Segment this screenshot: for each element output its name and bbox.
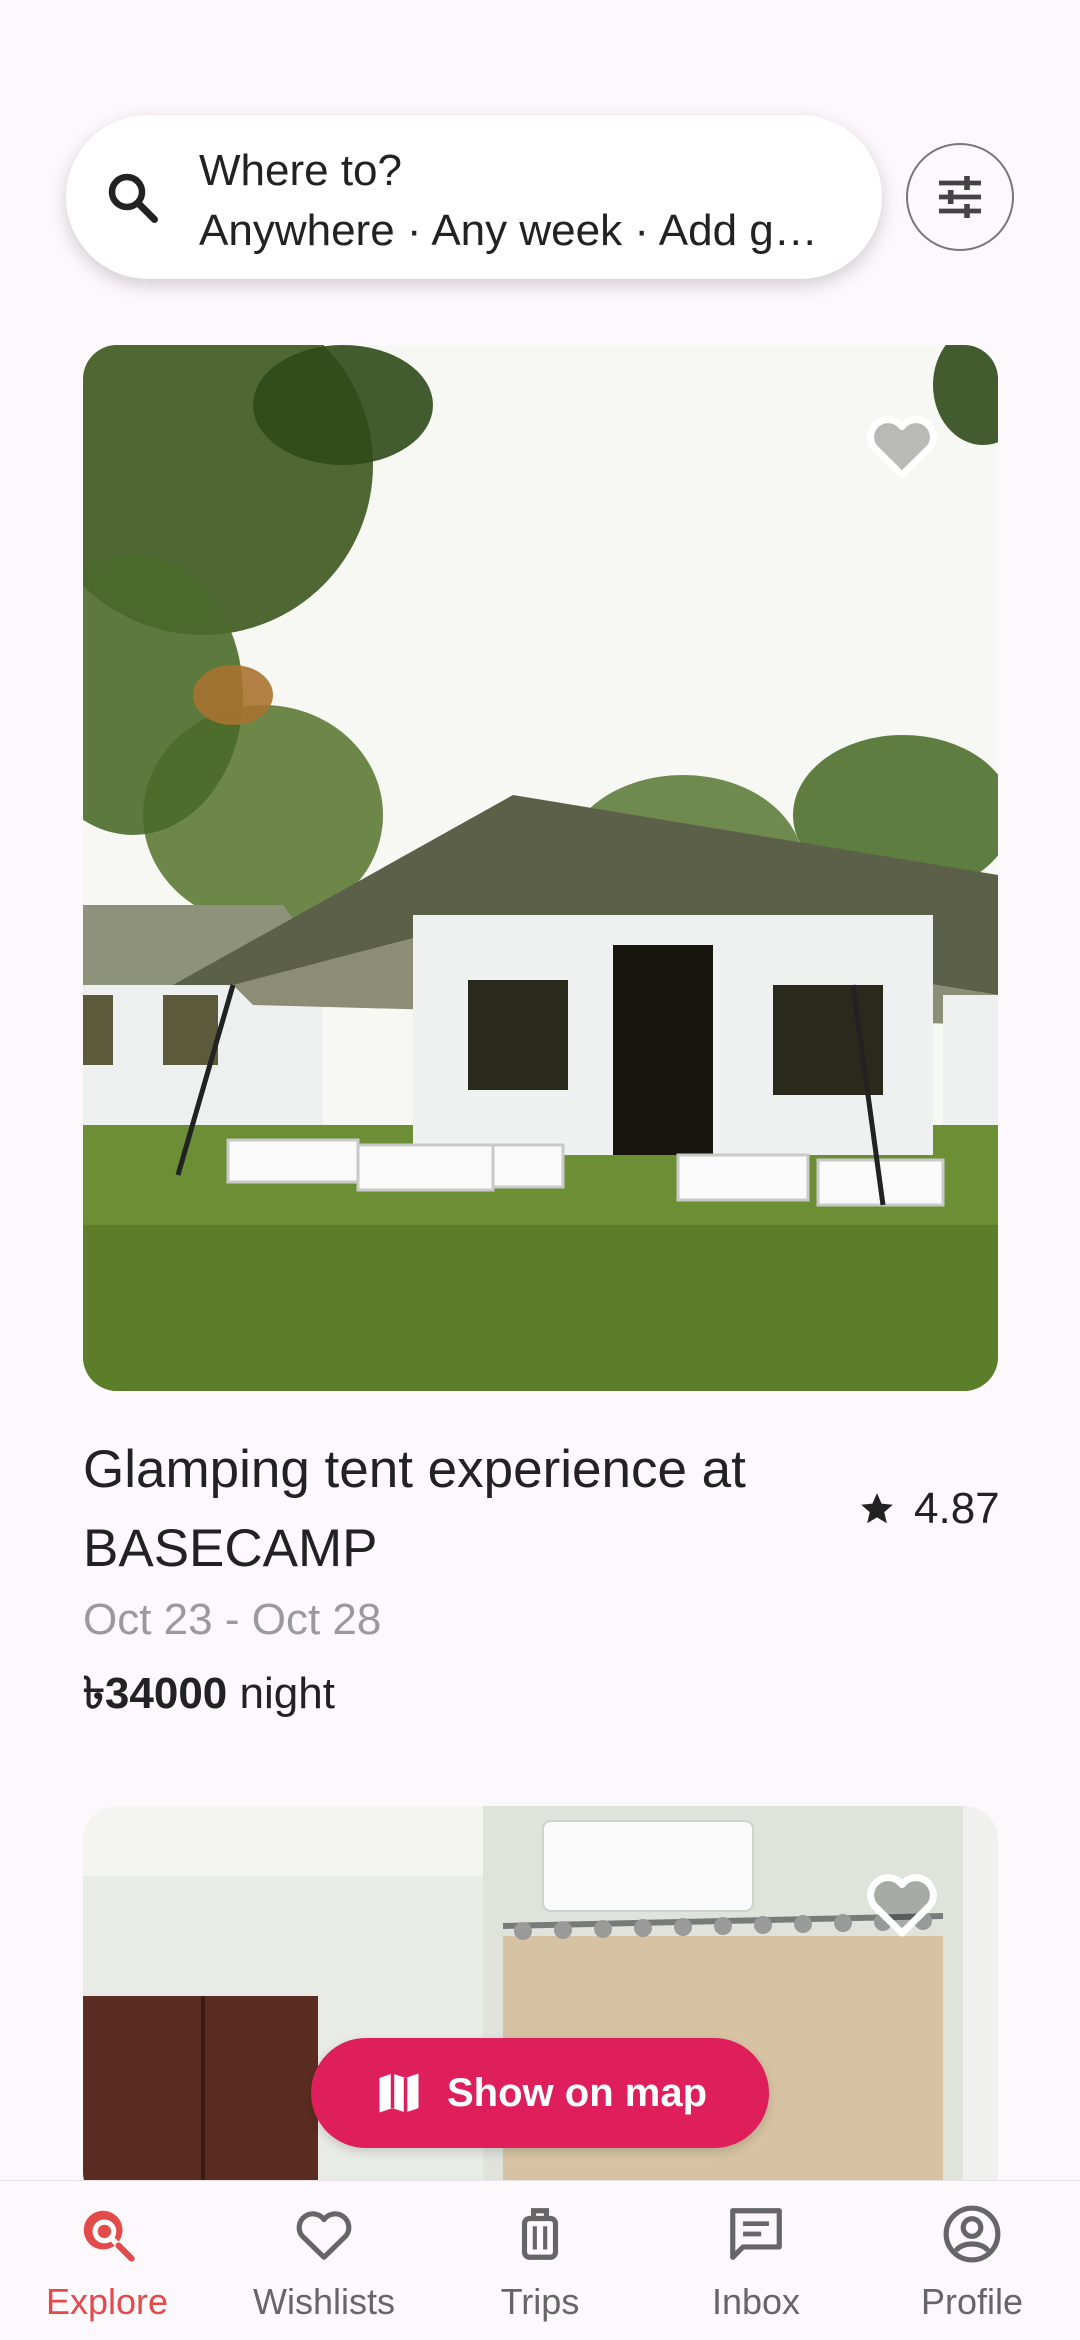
wishlist-heart-icon[interactable] [864, 410, 940, 480]
status-bar [0, 0, 1080, 90]
nav-label-wishlists: Wishlists [253, 2281, 395, 2322]
listing-dates: Oct 23 - Oct 28 [83, 1595, 382, 1644]
bottom-navigation: Explore Wishlists Trips Inbox Profile [0, 2180, 1080, 2340]
nav-item-inbox[interactable]: Inbox [656, 2181, 856, 2340]
luggage-icon [521, 2208, 559, 2260]
rating-value: 4.87 [914, 1484, 1000, 1533]
search-title: Where to? [199, 146, 402, 195]
search-subtitle: Anywhere · Any week · Add guests [199, 206, 842, 255]
account-icon [943, 2205, 1001, 2263]
nav-item-trips[interactable]: Trips [440, 2181, 640, 2340]
nav-item-profile[interactable]: Profile [872, 2181, 1072, 2340]
show-on-map-button[interactable]: Show on map [311, 2038, 769, 2148]
search-icon [108, 173, 158, 223]
nav-label-explore: Explore [45, 2281, 169, 2322]
price-amount: ৳34000 [83, 1669, 228, 1718]
filter-button[interactable] [906, 143, 1014, 251]
filter-icon [939, 176, 981, 218]
listing-photo-glamping-tent[interactable] [83, 345, 998, 1391]
nav-label-inbox: Inbox [711, 2281, 801, 2322]
nav-item-wishlists[interactable]: Wishlists [224, 2181, 424, 2340]
message-icon [730, 2208, 782, 2260]
star-icon [861, 1493, 893, 1524]
price-unit: night [239, 1669, 335, 1718]
heart-icon [296, 2211, 352, 2260]
explore-icon [83, 2210, 135, 2262]
nav-item-explore[interactable]: Explore [7, 2181, 207, 2340]
show-on-map-label: Show on map [447, 2070, 707, 2115]
wishlist-heart-icon[interactable] [864, 1868, 940, 1938]
listing-rating: 4.87 [858, 1484, 1000, 1534]
listing-price: ৳34000 night [83, 1660, 335, 1733]
map-icon [379, 2073, 419, 2113]
nav-label-trips: Trips [500, 2281, 580, 2322]
nav-label-profile: Profile [920, 2281, 1024, 2322]
listing-title[interactable]: Glamping tent experience at BASECAMP [83, 1430, 863, 1588]
search-bar[interactable]: Where to? Anywhere · Any week · Add gues… [66, 115, 882, 279]
